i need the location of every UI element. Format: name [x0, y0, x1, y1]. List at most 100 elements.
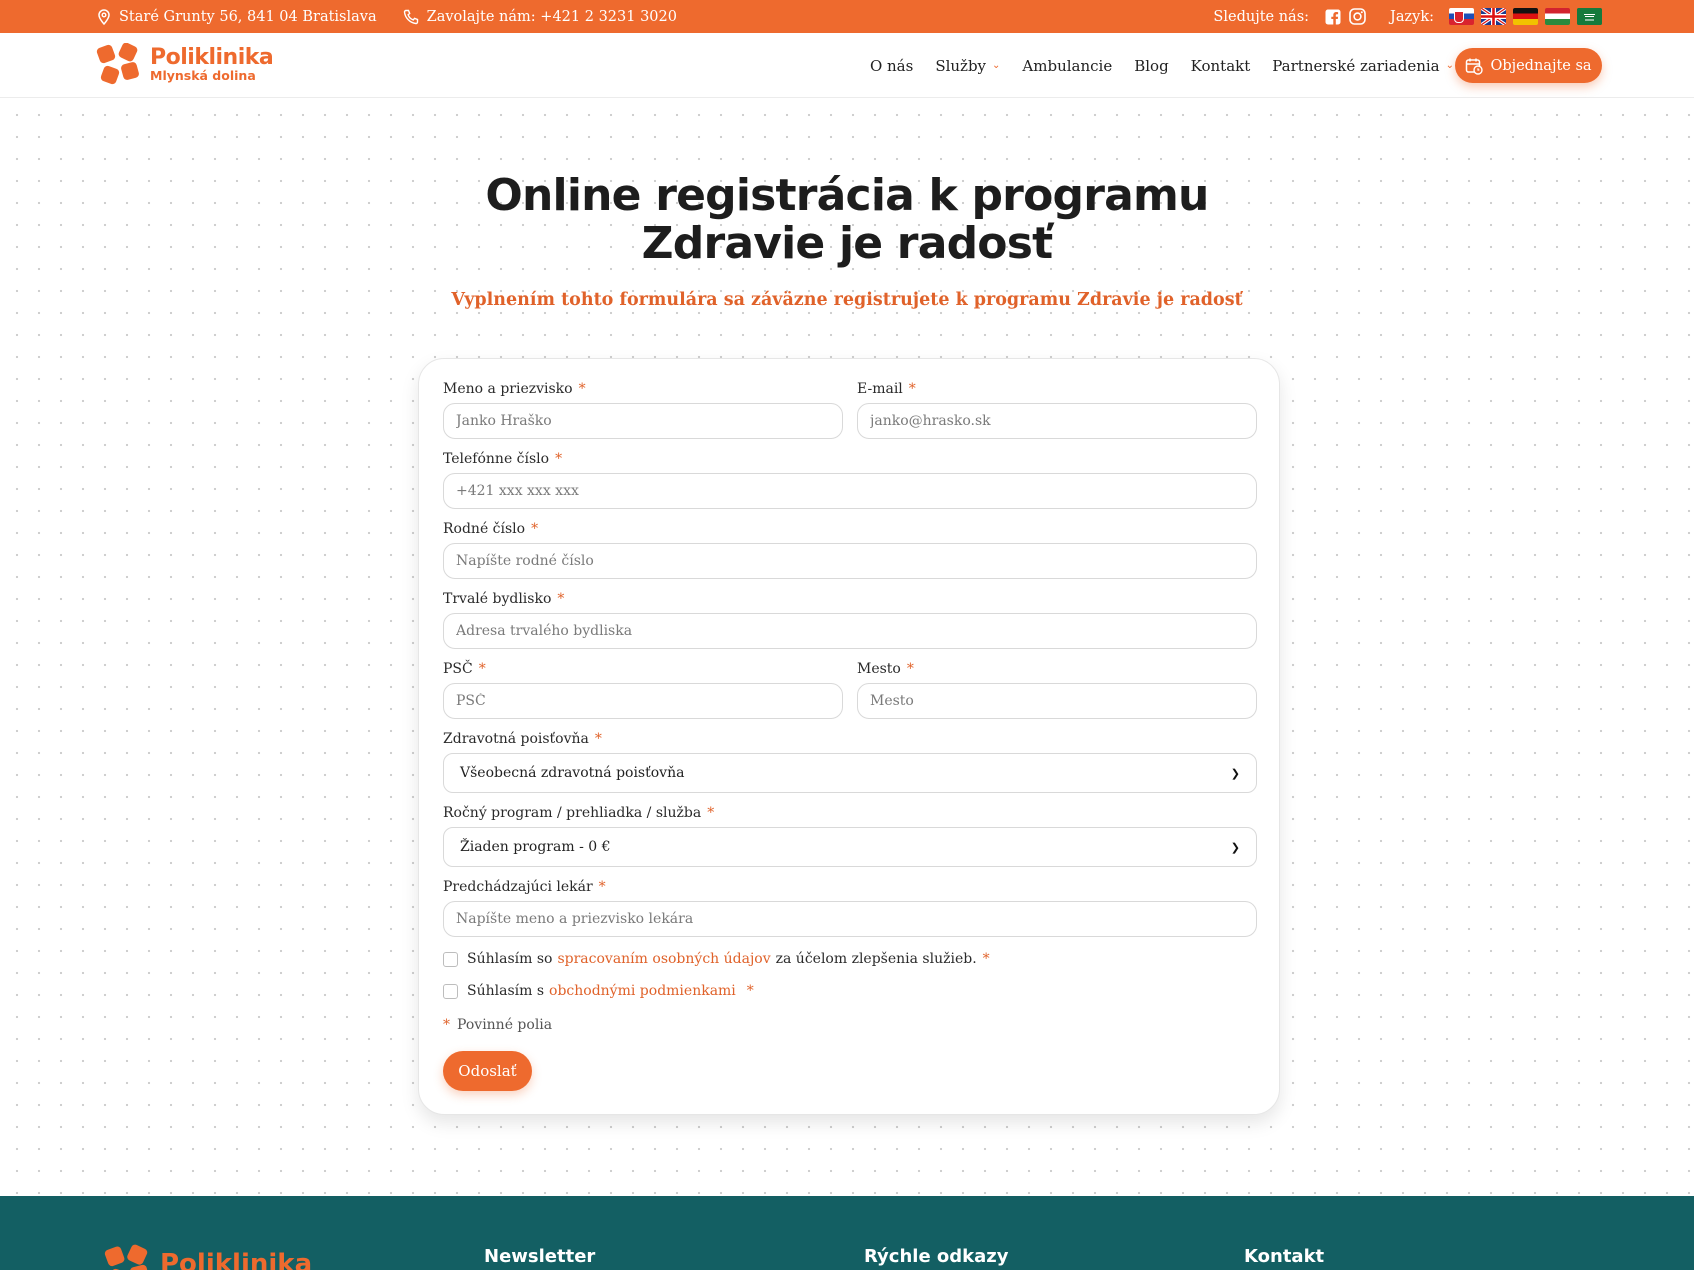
chevron-down-icon: ⌄: [1445, 60, 1454, 71]
email-input[interactable]: [857, 403, 1257, 439]
birth-number-input[interactable]: [443, 543, 1257, 579]
doctor-input[interactable]: [443, 901, 1257, 937]
terms-link[interactable]: obchodnými podmienkami: [549, 983, 736, 999]
nav-item-partners[interactable]: Partnerské zariadenia ⌄: [1272, 57, 1454, 75]
page-subtitle: Vyplnením tohto formulára sa záväzne reg…: [451, 290, 1243, 310]
submit-button[interactable]: Odoslať: [443, 1051, 532, 1091]
page-title: Online registrácia k programu Zdravie je…: [0, 172, 1694, 268]
insurance-selected-value: Všeobecná zdravotná poisťovňa: [460, 765, 685, 781]
zip-input[interactable]: [443, 683, 843, 719]
consent-personal-data-checkbox[interactable]: [443, 951, 458, 967]
page-title-line1: Online registrácia k programu: [485, 170, 1209, 221]
chevron-down-icon: ❯: [1230, 840, 1240, 854]
program-selected-value: Žiaden program - 0 €: [460, 839, 611, 855]
required-fields-note: * Povinné polia: [443, 1017, 552, 1033]
city-label: Mesto *: [857, 661, 914, 677]
footer-quick-links-heading: Rýchle odkazy: [864, 1246, 1009, 1267]
email-field-group: E-mail *: [857, 381, 1257, 441]
required-mark: *: [746, 983, 754, 999]
birth-number-label: Rodné číslo *: [443, 521, 539, 537]
follow-label: Sledujte nás:: [1213, 8, 1310, 25]
birth-number-field-group: Rodné číslo *: [443, 521, 1257, 581]
calendar-clock-icon: [1466, 58, 1484, 75]
program-label: Ročný program / prehliadka / služba *: [443, 805, 715, 821]
consent-terms-row: Súhlasím s obchodnými podmienkami *: [443, 983, 754, 999]
consent1-suffix: za účelom zlepšenia služieb.: [775, 951, 977, 967]
consent1-prefix: Súhlasím so: [467, 951, 553, 967]
consent-terms-checkbox[interactable]: [443, 983, 458, 999]
phone-input[interactable]: [443, 473, 1257, 509]
phone-icon: [403, 9, 418, 24]
nav-item-contact[interactable]: Kontakt: [1191, 57, 1251, 75]
chevron-down-icon: ❯: [1230, 766, 1240, 780]
program-field-group: Ročný program / prehliadka / služba * Žia…: [443, 805, 1257, 869]
footer-contact-heading: Kontakt: [1244, 1246, 1325, 1267]
address-field-group: Trvalé bydlisko *: [443, 591, 1257, 651]
flag-sk-icon[interactable]: [1449, 8, 1474, 25]
nav-contact-label: Kontakt: [1190, 56, 1251, 75]
name-field-group: Meno a priezvisko *: [443, 381, 843, 441]
phone-number[interactable]: +421 2 3231 3020: [540, 9, 677, 25]
zip-field-group: PSČ *: [443, 661, 843, 721]
phone-label: Zavolajte nám:: [426, 8, 536, 25]
doctor-label: Predchádzajúci lekár *: [443, 879, 606, 895]
phone-label: Telefónne číslo *: [443, 451, 563, 467]
flag-de-icon[interactable]: [1513, 8, 1538, 25]
nav-partners-label: Partnerské zariadenia: [1272, 56, 1440, 75]
main-header: Poliklinika Mlynská dolina O nás Služby ⌄…: [0, 33, 1694, 98]
clover-logo-icon: [96, 43, 139, 85]
doctor-field-group: Predchádzajúci lekár *: [443, 879, 1257, 939]
consent2-prefix: Súhlasím s: [467, 983, 545, 999]
phone-item[interactable]: Zavolajte nám: +421 2 3231 3020: [403, 9, 677, 25]
flag-ar-icon[interactable]: [1577, 8, 1602, 25]
address-text: Staré Grunty 56, 841 04 Bratislava: [119, 8, 377, 25]
address-item: Staré Grunty 56, 841 04 Bratislava: [97, 9, 377, 25]
main-nav: O nás Služby ⌄ Ambulancie Blog Kontakt Pa…: [848, 33, 1454, 98]
city-input[interactable]: [857, 683, 1257, 719]
name-label: Meno a priezvisko *: [443, 381, 586, 397]
required-note-text: Povinné polia: [457, 1017, 553, 1033]
book-appointment-label: Objednajte sa: [1490, 57, 1592, 74]
nav-item-clinics[interactable]: Ambulancie: [1022, 57, 1112, 75]
nav-item-services[interactable]: Služby ⌄: [935, 57, 1000, 75]
instagram-icon[interactable]: [1349, 8, 1366, 25]
phone-field-group: Telefónne číslo *: [443, 451, 1257, 511]
consent-personal-data-row: Súhlasím so spracovaním osobných údajov …: [443, 951, 990, 967]
insurance-select[interactable]: Všeobecná zdravotná poisťovňa ❯: [443, 753, 1257, 793]
top-bar: Staré Grunty 56, 841 04 Bratislava Zavol…: [0, 0, 1694, 33]
flag-hu-icon[interactable]: [1545, 8, 1570, 25]
zip-label: PSČ *: [443, 661, 486, 677]
city-field-group: Mesto *: [857, 661, 1257, 721]
logo-subtitle: Mlynská dolina: [150, 68, 256, 84]
address-input[interactable]: [443, 613, 1257, 649]
nav-item-about[interactable]: O nás: [870, 57, 913, 75]
nav-blog-label: Blog: [1134, 56, 1169, 75]
program-select[interactable]: Žiaden program - 0 € ❯: [443, 827, 1257, 867]
required-mark: *: [982, 951, 990, 967]
language-label: Jazyk:: [1390, 8, 1434, 25]
page-title-line2: Zdravie je radosť: [641, 218, 1054, 269]
insurance-field-group: Zdravotná poisťovňa * Všeobecná zdravotná…: [443, 731, 1257, 795]
book-appointment-button[interactable]: Objednajte sa: [1455, 48, 1602, 83]
nav-item-blog[interactable]: Blog: [1134, 57, 1168, 75]
address-label: Trvalé bydlisko *: [443, 591, 565, 607]
footer: Poliklinika Newsletter Rýchle odkazy Kon…: [0, 1196, 1694, 1270]
footer-newsletter-heading: Newsletter: [484, 1246, 596, 1267]
facebook-icon[interactable]: [1325, 9, 1341, 25]
location-icon: [98, 8, 110, 25]
flag-en-icon[interactable]: [1481, 8, 1506, 25]
email-label: E-mail *: [857, 381, 916, 397]
nav-about-label: O nás: [869, 56, 914, 75]
footer-logo[interactable]: Poliklinika: [104, 1244, 312, 1270]
logo-title: Poliklinika: [150, 45, 274, 71]
nav-clinics-label: Ambulancie: [1022, 56, 1113, 75]
personal-data-link[interactable]: spracovaním osobných údajov: [557, 951, 770, 967]
name-input[interactable]: [443, 403, 843, 439]
registration-form: Meno a priezvisko* E-mail* Telefónne čís…: [418, 358, 1280, 1115]
chevron-down-icon: ⌄: [992, 60, 1001, 71]
required-mark: *: [443, 1017, 450, 1033]
clover-logo-icon: [104, 1244, 150, 1270]
logo[interactable]: Poliklinika Mlynská dolina: [96, 43, 274, 87]
nav-services-label: Služby: [935, 56, 987, 75]
insurance-label: Zdravotná poisťovňa *: [443, 731, 602, 747]
